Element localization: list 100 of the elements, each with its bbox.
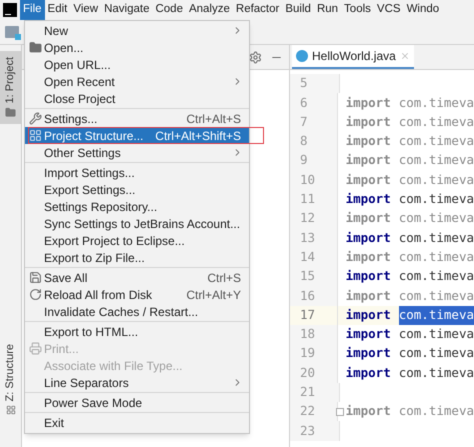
code-keyword: import bbox=[346, 94, 391, 112]
menu-item[interactable]: Settings... Ctrl+Alt+S bbox=[25, 110, 249, 127]
line-number: 22 bbox=[290, 402, 338, 422]
menu-item[interactable]: Open Recent bbox=[25, 73, 249, 90]
line-number: 9 bbox=[290, 151, 338, 170]
menu-bar-item[interactable]: Analyze bbox=[186, 0, 233, 20]
menu-bar-item[interactable]: Edit bbox=[44, 0, 70, 20]
wrench-icon bbox=[29, 112, 42, 125]
code-text: com.timeva bbox=[398, 151, 474, 170]
menu-item[interactable]: Settings Repository... bbox=[25, 198, 249, 215]
folder-icon bbox=[29, 41, 42, 54]
grid-icon bbox=[6, 405, 16, 415]
menu-item[interactable]: Line Separators bbox=[25, 374, 249, 391]
line-number: 19 bbox=[290, 344, 338, 364]
menu-bar-item[interactable]: Navigate bbox=[101, 0, 152, 20]
grid-icon bbox=[29, 129, 42, 142]
code-text: com.timeva bbox=[398, 190, 474, 208]
line-number: 21 bbox=[290, 382, 340, 402]
line-number: 13 bbox=[290, 228, 338, 248]
code-keyword: import bbox=[346, 170, 391, 189]
line-number: 14 bbox=[290, 248, 338, 267]
menu-item[interactable]: Export Settings... bbox=[25, 181, 249, 198]
menu-item[interactable]: Power Save Mode bbox=[25, 394, 249, 411]
reload-icon bbox=[29, 288, 42, 301]
code-text: com.timeva bbox=[398, 267, 474, 286]
menu-item[interactable]: Invalidate Caches / Restart... bbox=[25, 303, 249, 320]
menu-bar-item[interactable]: VCS bbox=[374, 0, 404, 20]
menu-item[interactable]: New bbox=[25, 22, 249, 39]
code-keyword: import bbox=[346, 209, 391, 228]
menu-bar-item[interactable]: Refactor bbox=[232, 0, 282, 20]
code-keyword: import bbox=[346, 306, 391, 324]
code-text: com.timeva bbox=[398, 94, 474, 112]
editor-tab[interactable]: HelloWorld.java bbox=[292, 45, 414, 69]
code-text: com.timeva bbox=[398, 170, 474, 189]
app-logo-icon bbox=[3, 3, 17, 17]
code-keyword: import bbox=[346, 248, 391, 266]
line-number: 12 bbox=[290, 209, 338, 228]
line-number: 11 bbox=[290, 190, 338, 210]
menu-item[interactable]: Import Settings... bbox=[25, 164, 249, 181]
shortcut-text: Ctrl+Alt+S bbox=[186, 110, 241, 128]
code-text: com.timeva bbox=[398, 286, 474, 305]
code-keyword: import bbox=[346, 364, 391, 382]
menu-bar-item[interactable]: Windo bbox=[404, 0, 442, 20]
menu-item[interactable]: Close Project bbox=[25, 90, 249, 107]
shortcut-text: Ctrl+Alt+Y bbox=[186, 286, 241, 304]
menu-bar-item[interactable]: Code bbox=[152, 0, 186, 20]
menu-bar-item[interactable]: Run bbox=[314, 0, 342, 20]
code-text: com.timeva bbox=[398, 306, 474, 325]
line-number: 18 bbox=[290, 324, 338, 344]
code-text: com.timeva bbox=[398, 325, 474, 344]
folder-icon bbox=[5, 107, 16, 118]
line-number: 8 bbox=[290, 132, 338, 152]
code-keyword: import bbox=[346, 402, 391, 420]
menu-item[interactable]: Export Project to Eclipse... bbox=[25, 232, 249, 249]
line-number: 16 bbox=[290, 286, 338, 306]
menu-item[interactable]: Reload All from Disk Ctrl+Alt+Y bbox=[25, 286, 249, 303]
menu-item[interactable]: Sync Settings to JetBrains Account... bbox=[25, 215, 249, 232]
code-text: com.timeva bbox=[398, 344, 474, 362]
line-number: 23 bbox=[290, 421, 340, 441]
code-keyword: import bbox=[346, 267, 391, 286]
line-number: 10 bbox=[290, 170, 338, 190]
menu-item[interactable]: Exit bbox=[25, 414, 249, 431]
line-number: 20 bbox=[290, 363, 338, 383]
side-tab[interactable]: 1: Project bbox=[0, 51, 21, 124]
code-text: com.timeva bbox=[398, 112, 474, 131]
code-text: com.timeva bbox=[398, 402, 474, 420]
code-keyword: import bbox=[346, 190, 391, 208]
menu-item[interactable]: Other Settings bbox=[25, 144, 249, 161]
code-keyword: import bbox=[346, 151, 391, 170]
code-keyword: import bbox=[346, 132, 391, 150]
menu-item[interactable]: Export to HTML... bbox=[25, 323, 249, 340]
printer-icon bbox=[29, 342, 42, 355]
menu-item[interactable]: Save All Ctrl+S bbox=[25, 269, 249, 286]
menu-item[interactable]: Open... bbox=[25, 39, 249, 56]
code-text: com.timeva bbox=[398, 132, 474, 150]
shortcut-text: Ctrl+S bbox=[207, 270, 241, 286]
settings-icon[interactable] bbox=[249, 50, 262, 64]
code-text: com.timeva bbox=[398, 209, 474, 228]
line-number: 15 bbox=[290, 266, 338, 286]
code-text: com.timeva bbox=[398, 248, 474, 266]
menu-bar-item[interactable]: View bbox=[70, 0, 102, 20]
code-text: com.timeva bbox=[398, 228, 474, 247]
code-keyword: import bbox=[346, 112, 391, 131]
menu-bar-item[interactable]: Build bbox=[282, 0, 314, 20]
menu-bar-item[interactable]: Tools bbox=[341, 0, 374, 20]
code-keyword: import bbox=[346, 344, 391, 362]
line-number: 17 bbox=[290, 306, 338, 325]
menu-item[interactable]: Open URL... bbox=[25, 56, 249, 73]
line-number: 5 bbox=[290, 74, 340, 94]
menu-bar-item[interactable]: File bbox=[20, 0, 45, 20]
side-tab[interactable]: Z: Structure bbox=[0, 338, 21, 421]
shortcut-text: Ctrl+Alt+Shift+S bbox=[155, 128, 241, 144]
code-keyword: import bbox=[346, 325, 391, 344]
class-file-icon bbox=[296, 50, 308, 62]
menu-item[interactable]: Export to Zip File... bbox=[25, 249, 249, 266]
code-keyword: import bbox=[346, 228, 391, 247]
close-icon[interactable] bbox=[400, 51, 410, 61]
code-text: com.timeva bbox=[398, 364, 474, 382]
line-number: 6 bbox=[290, 93, 338, 113]
code-keyword: import bbox=[346, 286, 391, 305]
